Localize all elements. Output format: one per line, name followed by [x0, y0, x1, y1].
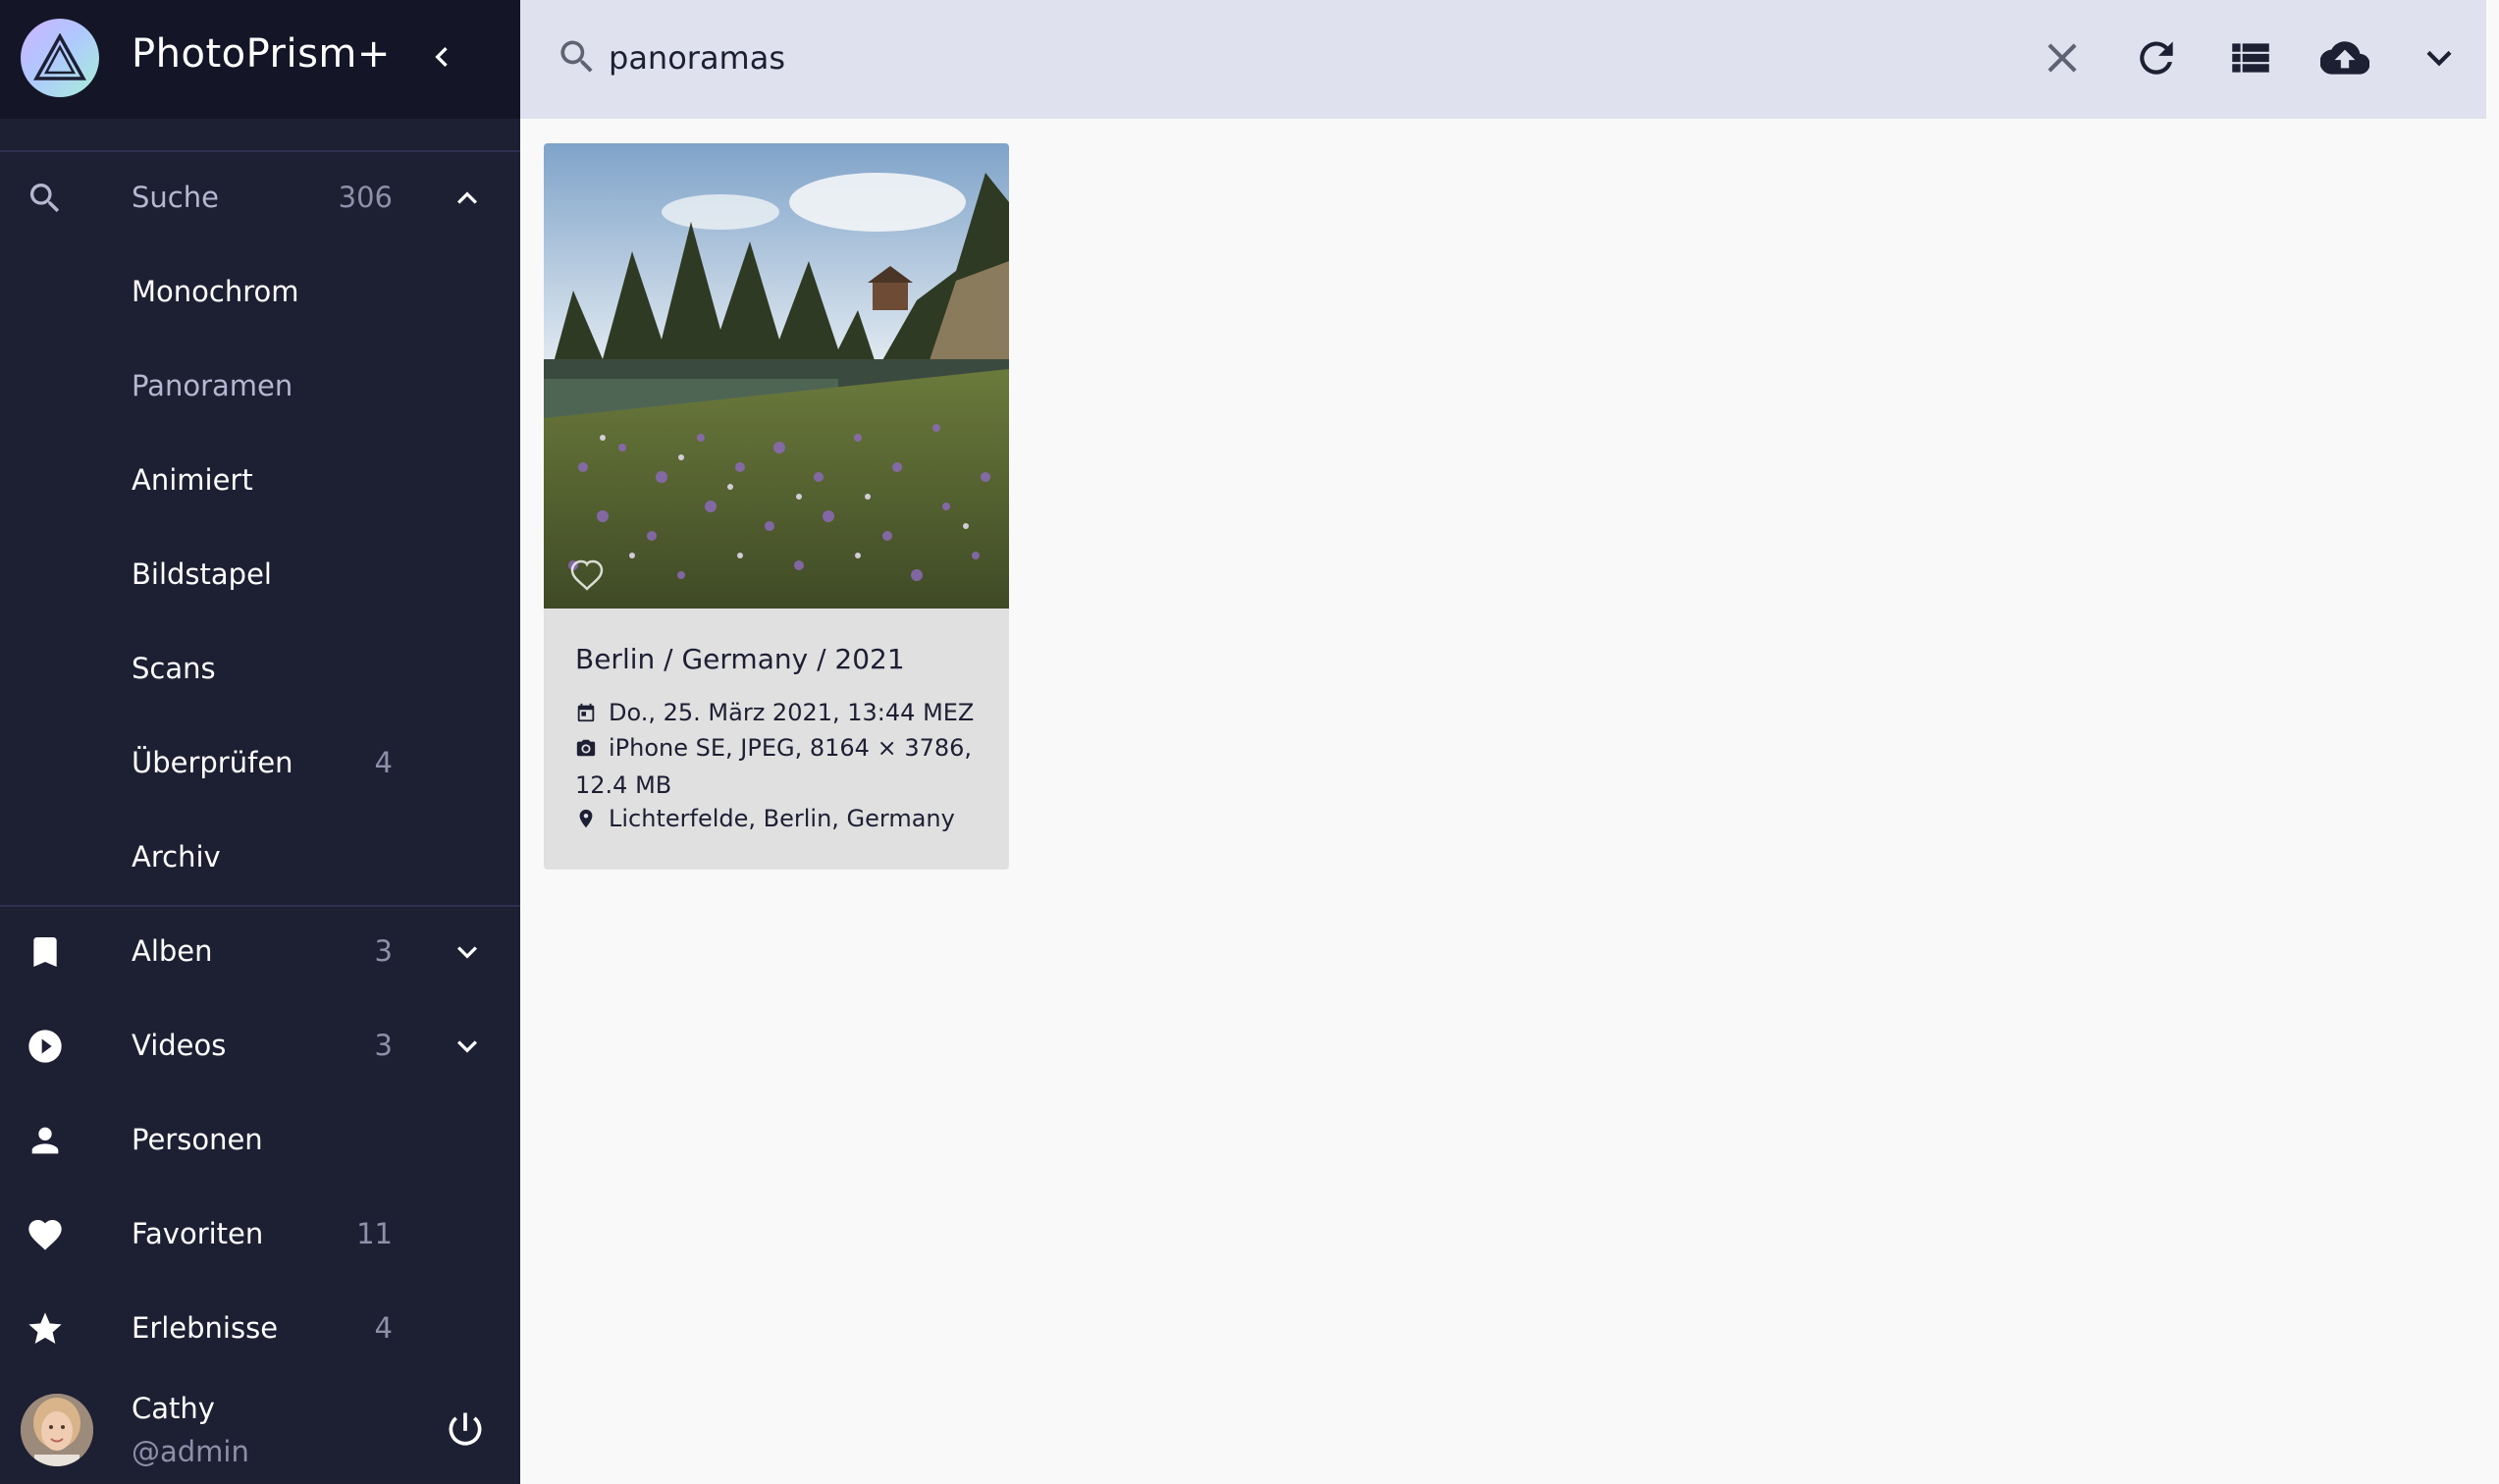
search-icon	[26, 179, 65, 218]
sidebar-item-label: Archiv	[132, 840, 221, 874]
sidebar-item-label: Favoriten	[132, 1217, 264, 1250]
sidebar-item-people[interactable]: Personen	[0, 1093, 520, 1188]
sidebar-item-label: Bildstapel	[132, 557, 272, 591]
sidebar-item-panoramas[interactable]: Panoramen	[0, 340, 520, 434]
sidebar-item-count: 11	[356, 1217, 393, 1250]
sidebar-item-label: Monochrom	[132, 275, 299, 308]
avatar[interactable]	[21, 1394, 93, 1466]
photo-date: Do., 25. März 2021, 13:44 MEZ	[609, 699, 975, 726]
sidebar: PhotoPrism+ Suche 306 Monochrom Panorame…	[0, 0, 520, 1484]
sidebar-item-archive[interactable]: Archiv	[0, 811, 520, 905]
app-logo[interactable]	[21, 19, 99, 97]
heart-icon	[26, 1215, 65, 1254]
logout-button[interactable]	[444, 1407, 487, 1451]
sidebar-item-label: Videos	[132, 1029, 227, 1062]
power-icon	[449, 1412, 482, 1446]
chevron-up-icon[interactable]	[448, 179, 487, 218]
sidebar-item-count: 3	[374, 934, 393, 968]
sidebar-item-animated[interactable]: Animiert	[0, 434, 520, 528]
chevron-down-icon[interactable]	[448, 932, 487, 972]
sidebar-item-label: Überprüfen	[132, 746, 293, 779]
user-handle: @admin	[132, 1435, 249, 1468]
location-pin-icon	[579, 809, 593, 828]
collapse-sidebar-button[interactable]	[422, 37, 461, 77]
photo-card[interactable]: Berlin / Germany / 2021 Do., 25. März 20…	[544, 143, 1009, 870]
sidebar-item-label: Personen	[132, 1123, 263, 1156]
chevron-down-icon[interactable]	[448, 1027, 487, 1066]
chevron-down-icon	[2426, 50, 2452, 67]
play-circle-icon	[26, 1027, 65, 1066]
photo-camera-row: iPhone SE, JPEG, 8164 × 3786,	[575, 730, 972, 766]
camera-icon	[576, 739, 596, 757]
sidebar-item-count: 3	[374, 1029, 393, 1062]
toolbar	[520, 0, 2486, 119]
upload-button[interactable]	[2319, 33, 2370, 82]
sidebar-item-scans[interactable]: Scans	[0, 622, 520, 716]
search-icon	[556, 35, 599, 79]
sidebar-item-search[interactable]: Suche 306	[0, 151, 520, 245]
cloud-upload-icon	[2319, 41, 2370, 75]
sidebar-item-albums[interactable]: Alben 3	[0, 905, 520, 999]
photo-title: Berlin / Germany / 2021	[575, 643, 905, 675]
sidebar-item-count: 4	[374, 746, 393, 779]
calendar-icon	[577, 703, 595, 722]
sidebar-item-label: Scans	[132, 652, 216, 685]
sidebar-item-videos[interactable]: Videos 3	[0, 999, 520, 1093]
photo-location-row: Lichterfelde, Berlin, Germany	[575, 801, 955, 836]
sidebar-item-count: 4	[374, 1311, 393, 1345]
app-title: PhotoPrism+	[132, 31, 391, 77]
sidebar-item-monochrome[interactable]: Monochrom	[0, 245, 520, 340]
sidebar-header: PhotoPrism+	[0, 0, 520, 119]
sidebar-item-favorites[interactable]: Favoriten 11	[0, 1188, 520, 1282]
view-list-button[interactable]	[2226, 33, 2275, 82]
sidebar-item-label: Erlebnisse	[132, 1311, 279, 1345]
search-input[interactable]	[607, 29, 1936, 86]
refresh-icon	[2140, 41, 2173, 75]
photo-camera-info: iPhone SE, JPEG, 8164 × 3786,	[609, 734, 973, 762]
list-view-icon	[2232, 43, 2269, 73]
sidebar-item-label: Alben	[132, 934, 213, 968]
sidebar-item-moments[interactable]: Erlebnisse 4	[0, 1282, 520, 1376]
photo-date-row: Do., 25. März 2021, 13:44 MEZ	[575, 695, 974, 730]
photo-location[interactable]: Lichterfelde, Berlin, Germany	[609, 805, 955, 832]
sidebar-item-label: Animiert	[132, 463, 253, 497]
clear-search-button[interactable]	[2038, 33, 2087, 82]
user-account[interactable]: Cathy @admin	[0, 1378, 520, 1484]
sidebar-item-label: Suche	[132, 181, 219, 214]
close-icon	[2047, 43, 2077, 73]
sidebar-item-review[interactable]: Überprüfen 4	[0, 716, 520, 811]
expand-toolbar-button[interactable]	[2415, 33, 2464, 82]
sidebar-item-stacks[interactable]: Bildstapel	[0, 528, 520, 622]
person-icon	[26, 1121, 65, 1160]
photo-file-size: 12.4 MB	[575, 771, 672, 799]
photo-thumbnail[interactable]	[544, 143, 1009, 609]
sidebar-item-label: Panoramen	[132, 369, 293, 402]
reload-button[interactable]	[2132, 33, 2181, 82]
star-icon	[26, 1309, 65, 1349]
bookmark-icon	[26, 932, 65, 972]
user-name: Cathy	[132, 1392, 215, 1425]
sidebar-item-count: 306	[338, 181, 393, 214]
